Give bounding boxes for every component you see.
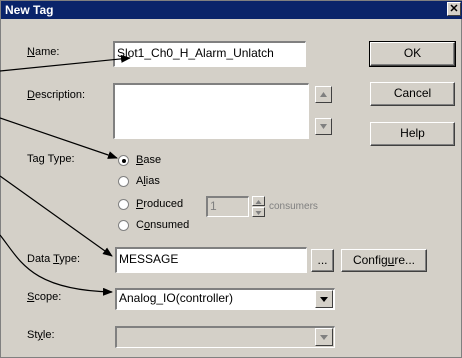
data-type-input[interactable]: MESSAGE [115,247,307,273]
name-label-rest: ame: [34,46,60,58]
new-tag-dialog: New Tag ✕ Name: Slot1_Ch0_H_Alarm_Unlatc… [0,0,462,358]
description-label-mnemonic: D [27,89,35,101]
radio-produced-label[interactable]: Produced [136,198,183,211]
radio-consumed-label[interactable]: Consumed [136,219,189,232]
style-label: Style: [27,329,55,342]
configure-rest: re... [394,253,416,267]
scroll-up-icon[interactable] [315,86,332,103]
radio-base[interactable] [118,155,129,166]
radio-consumed-pre: C [136,219,144,231]
data-type-label-rest: ype: [59,253,81,265]
tag-type-label: Tag Type: [27,153,75,165]
name-input[interactable]: Slot1_Ch0_H_Alarm_Unlatch [113,41,306,67]
data-type-label: Data Type: [27,253,80,266]
style-dropdown-glyph [320,335,328,340]
close-icon[interactable]: ✕ [447,2,461,16]
scroll-down-glyph [320,124,327,129]
configure-button[interactable]: Configure... [341,249,427,272]
style-dropdown-icon[interactable] [315,328,333,346]
ok-button[interactable]: OK [369,41,456,67]
scope-dropdown-glyph [320,297,328,302]
radio-base-rest: ase [143,154,162,166]
scope-label-rest: cope: [34,291,62,303]
title-bar: New Tag [1,1,462,19]
radio-alias-rest: ias [145,175,160,187]
style-label-pre: St [27,329,38,341]
configure-pre: Config [352,253,388,267]
style-label-rest: le: [42,329,55,341]
cancel-button[interactable]: Cancel [370,82,455,106]
spin-up-glyph [255,200,262,204]
browse-button[interactable]: ... [311,249,334,272]
name-label: Name: [27,46,59,59]
spin-down-glyph [255,211,262,215]
radio-alias[interactable] [118,176,129,187]
scroll-up-glyph [320,92,327,97]
consumers-label: consumers [269,201,318,212]
scope-label: Scope: [27,291,61,304]
consumers-input[interactable]: 1 [206,196,249,217]
description-label: Description: [27,89,85,102]
description-label-rest: escription: [34,89,86,101]
radio-consumed[interactable] [118,220,129,231]
radio-base-label[interactable]: Base [136,154,161,167]
description-textarea[interactable] [113,83,309,139]
spin-down-icon[interactable] [252,207,265,217]
dialog-title: New Tag [5,3,54,17]
style-select[interactable] [115,326,335,348]
radio-produced-rest: roduced [143,198,184,210]
scroll-down-icon[interactable] [315,118,332,135]
radio-consumed-rest: nsumed [150,219,190,231]
scope-select[interactable]: Analog_IO(controller) [115,288,335,310]
help-button[interactable]: Help [370,122,455,146]
spin-up-icon[interactable] [252,196,265,206]
radio-produced[interactable] [118,199,129,210]
name-label-mnemonic: N [27,46,35,58]
chevron-down-icon[interactable] [315,290,333,308]
data-type-label-pre: Data [27,253,54,265]
radio-alias-label[interactable]: Alias [136,175,160,188]
